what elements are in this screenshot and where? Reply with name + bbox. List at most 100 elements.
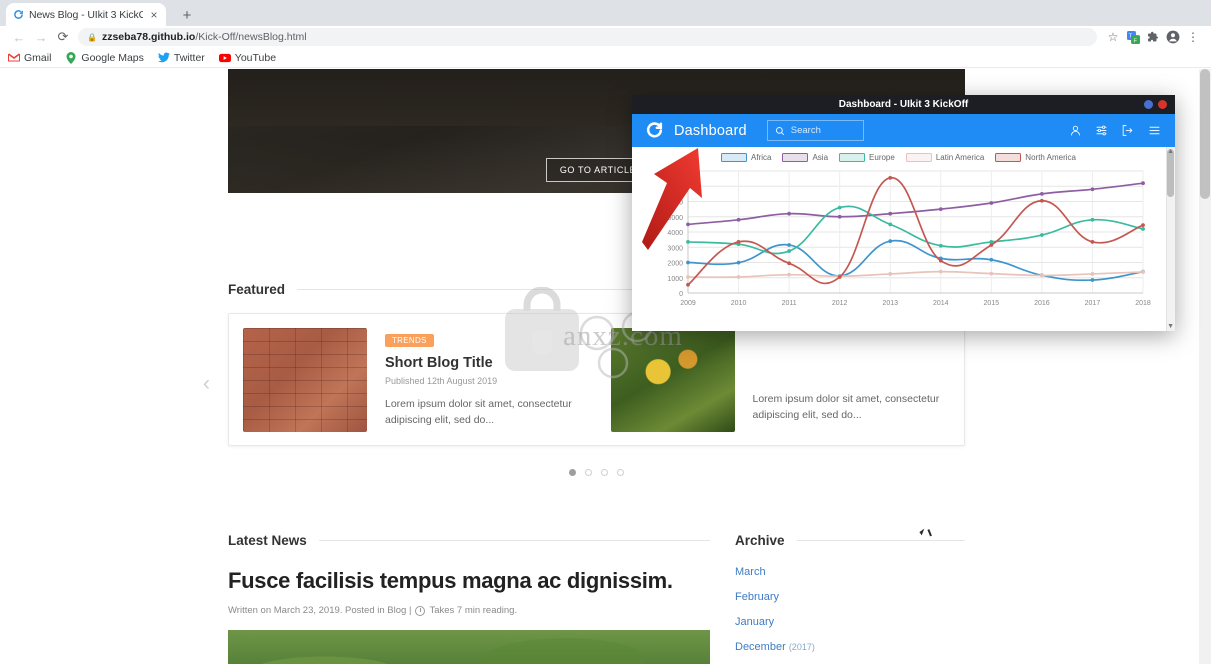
page-scrollbar[interactable]: [1199, 69, 1211, 664]
bookmark-twitter[interactable]: Twitter: [157, 52, 205, 64]
series-north-america: [686, 175, 1145, 287]
user-icon[interactable]: [1069, 124, 1082, 137]
svg-text:0: 0: [679, 291, 683, 298]
bookmark-gmail[interactable]: Gmail: [8, 52, 51, 64]
featured-card-body: TRENDS Short Blog Title Published 12th A…: [385, 328, 583, 431]
address-bar[interactable]: 🔒 zzseba78.github.io/Kick-Off/newsBlog.h…: [78, 28, 1097, 46]
svg-text:2000: 2000: [667, 261, 683, 268]
back-button[interactable]: ←: [8, 27, 30, 47]
archive-section: Archive March February January December …: [735, 533, 965, 664]
scroll-up-arrow-icon[interactable]: ▲: [1167, 148, 1174, 155]
legend-swatch: [721, 152, 748, 162]
archive-list: March February January December (2017) N…: [735, 566, 965, 664]
legend-label: Latin America: [935, 152, 985, 162]
brick-wall-image: [243, 328, 367, 432]
svg-text:F: F: [1133, 38, 1137, 44]
new-tab-button[interactable]: +: [178, 6, 196, 24]
lock-icon: 🔒: [87, 32, 97, 42]
carousel-dot[interactable]: [569, 469, 576, 476]
bookmark-star-icon[interactable]: ☆: [1103, 27, 1123, 47]
svg-text:8000: 8000: [667, 169, 683, 176]
heading-rule: [796, 540, 965, 541]
legend-label: Asia: [812, 152, 829, 162]
translate-icon[interactable]: TF: [1123, 27, 1143, 47]
featured-card-2[interactable]: Lorem ipsum dolor sit amet, consectetur …: [597, 328, 965, 432]
legend-swatch: [839, 152, 866, 162]
legend-label: Europe: [869, 152, 895, 162]
archive-link-january[interactable]: January: [735, 616, 965, 628]
bookmark-label: Gmail: [24, 51, 52, 64]
line-chart-plot: 0 1000 2000 3000 4000 5000 6000 7000 8000 2009 201…: [646, 165, 1151, 315]
legend-item-latin-america[interactable]: Latin America: [905, 152, 985, 162]
chart-legend: Africa Asia Europe Latin America North Ameri…: [646, 149, 1151, 165]
post-title[interactable]: Fusce facilisis tempus magna ac dignissi…: [228, 568, 710, 594]
youtube-icon: [218, 52, 231, 64]
browser-tab[interactable]: News Blog - UIkit 3 KickO ×: [6, 3, 166, 26]
legend-label: Africa: [751, 152, 772, 162]
legend-item-africa[interactable]: Africa: [721, 152, 772, 162]
dashboard-title-bar[interactable]: Dashboard - UIkit 3 KickOff: [632, 95, 1175, 114]
carousel-dot[interactable]: [601, 469, 608, 476]
carousel-prev-arrow-icon[interactable]: ‹: [203, 372, 210, 396]
legend-swatch: [905, 152, 932, 162]
browser-tab-bar: News Blog - UIkit 3 KickO × +: [0, 0, 1211, 26]
more-menu-icon[interactable]: ⋮: [1183, 27, 1203, 47]
archive-month: March: [735, 566, 766, 578]
svg-text:2010: 2010: [731, 300, 747, 307]
extensions-icon[interactable]: [1143, 27, 1163, 47]
dashboard-window: Dashboard - UIkit 3 KickOff Dashboard Se…: [632, 95, 1175, 331]
address-bar-url: zzseba78.github.io/Kick-Off/newsBlog.htm…: [102, 31, 307, 43]
yellow-flower-image: [610, 328, 735, 432]
svg-text:2015: 2015: [984, 300, 1000, 307]
post-meta: Written on March 23, 2019. Posted in Blo…: [228, 605, 710, 616]
svg-text:2009: 2009: [680, 300, 696, 307]
svg-text:4000: 4000: [667, 230, 683, 237]
archive-year: (2017): [788, 642, 815, 652]
reload-button[interactable]: ⟳: [52, 27, 74, 47]
legend-item-europe[interactable]: Europe: [839, 152, 895, 162]
window-close-button[interactable]: [1158, 100, 1167, 109]
dashboard-scrollbar[interactable]: ▲ ▼: [1166, 147, 1175, 331]
archive-link-february[interactable]: February: [735, 591, 965, 603]
svg-text:2012: 2012: [832, 300, 848, 307]
legend-item-asia[interactable]: Asia: [782, 152, 829, 162]
profile-avatar-icon[interactable]: [1163, 27, 1183, 47]
sliders-icon[interactable]: [1095, 124, 1108, 137]
carousel-dot[interactable]: [617, 469, 624, 476]
search-input[interactable]: Search: [766, 120, 864, 141]
scroll-down-arrow-icon[interactable]: ▼: [1167, 323, 1174, 330]
featured-card-1[interactable]: TRENDS Short Blog Title Published 12th A…: [229, 328, 597, 432]
svg-text:1000: 1000: [667, 276, 683, 283]
series-asia: [686, 181, 1145, 227]
url-host: zzseba78.github.io: [101, 31, 196, 43]
page-scrollbar-thumb[interactable]: [1200, 69, 1210, 199]
legend-label: North America: [1025, 152, 1076, 162]
archive-link-march[interactable]: March: [735, 566, 965, 578]
window-minimize-button[interactable]: [1144, 100, 1153, 109]
clock-icon: [415, 605, 426, 616]
bookmark-google-maps[interactable]: Google Maps: [65, 51, 144, 64]
tab-close-icon[interactable]: ×: [148, 9, 160, 21]
forward-button[interactable]: →: [30, 27, 52, 47]
svg-text:2017: 2017: [1085, 300, 1101, 307]
svg-text:6000: 6000: [667, 200, 683, 207]
svg-text:2014: 2014: [933, 300, 949, 307]
archive-link-december[interactable]: December (2017): [735, 641, 965, 653]
post-meta-pre: Written on March 23, 2019. Posted in Blo…: [228, 605, 412, 616]
chart-svg: 0 1000 2000 3000 4000 5000 6000 7000 8000 2009 201…: [667, 169, 1150, 307]
featured-card-title: Short Blog Title: [385, 355, 493, 371]
tab-favicon-refresh-circle-icon: [12, 9, 24, 21]
search-icon: [775, 126, 784, 135]
bookmarks-bar: Gmail Google Maps Twitter YouTube: [0, 48, 1211, 68]
legend-item-north-america[interactable]: North America: [995, 152, 1076, 162]
carousel-dot[interactable]: [585, 469, 592, 476]
dashboard-scrollbar-thumb[interactable]: [1167, 149, 1174, 197]
dashboard-logo-icon: [645, 121, 664, 140]
svg-text:5000: 5000: [667, 215, 683, 222]
bookmark-youtube[interactable]: YouTube: [218, 52, 276, 64]
svg-text:2016: 2016: [1034, 300, 1050, 307]
archive-month: February: [735, 591, 780, 603]
svg-text:T: T: [1128, 33, 1132, 39]
hamburger-menu-icon[interactable]: [1147, 124, 1162, 137]
logout-icon[interactable]: [1121, 124, 1134, 137]
